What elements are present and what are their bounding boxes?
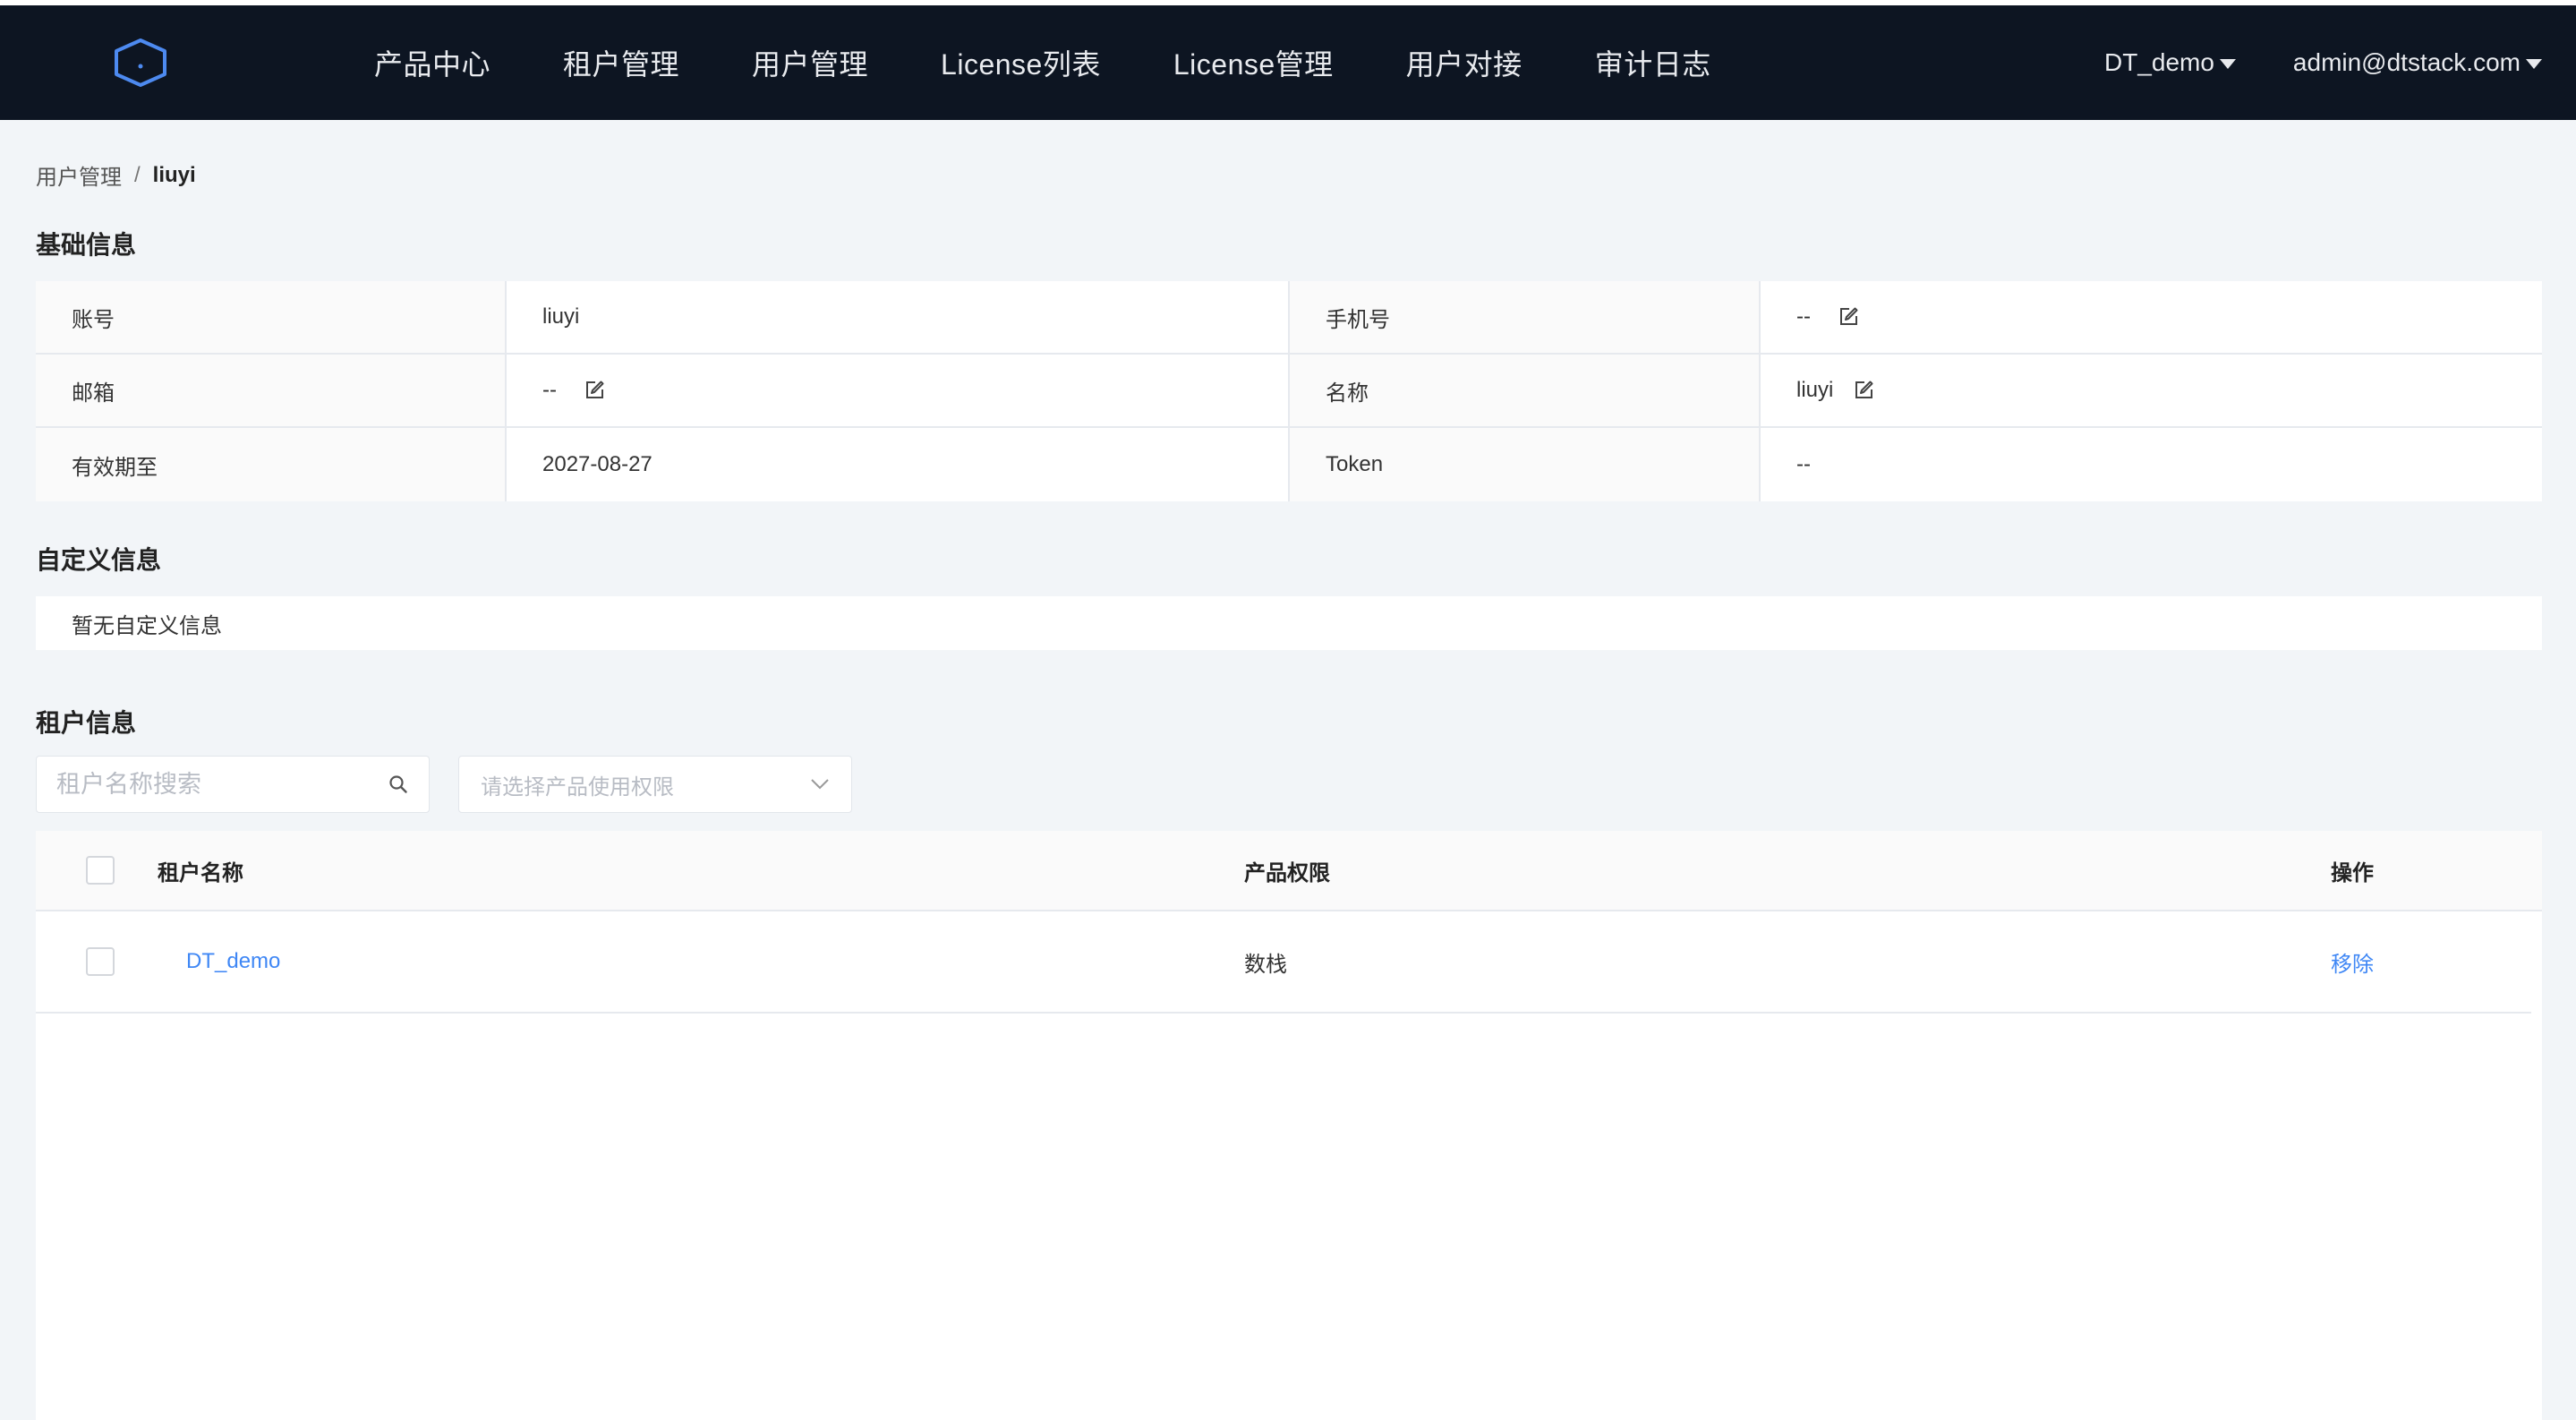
caret-down-icon xyxy=(2526,58,2542,69)
tenant-switcher-dropdown[interactable]: DT_demo xyxy=(2104,48,2236,77)
nav-item-audit-log[interactable]: 审计日志 xyxy=(1595,42,1711,83)
email-label: 邮箱 xyxy=(36,355,507,426)
custom-info-empty: 暂无自定义信息 xyxy=(36,596,2542,650)
tenant-search-input[interactable] xyxy=(56,770,388,799)
row-checkbox[interactable] xyxy=(86,947,115,976)
custom-info-empty-text: 暂无自定义信息 xyxy=(72,613,222,638)
select-all-checkbox[interactable] xyxy=(86,856,115,885)
edit-phone-icon[interactable] xyxy=(1838,306,1859,328)
nav-item-tenant-management[interactable]: 租户管理 xyxy=(563,42,679,83)
chevron-down-icon xyxy=(811,779,829,790)
search-icon[interactable] xyxy=(388,774,409,795)
remove-tenant-button[interactable]: 移除 xyxy=(2331,946,2374,978)
user-account-dropdown[interactable]: admin@dtstack.com xyxy=(2293,48,2542,77)
product-permission-select[interactable]: 请选择产品使用权限 xyxy=(458,756,852,813)
tenant-switcher-label: DT_demo xyxy=(2103,48,2214,76)
column-header-action: 操作 xyxy=(2331,860,2374,885)
expiry-label: 有效期至 xyxy=(36,428,507,501)
nav-item-user-management[interactable]: 用户管理 xyxy=(752,42,868,83)
display-name-label: 名称 xyxy=(1290,355,1761,426)
email-value: -- xyxy=(542,378,557,402)
expiry-value: 2027-08-27 xyxy=(507,428,1290,501)
account-value: liuyi xyxy=(507,281,1290,353)
tenant-search-box xyxy=(36,756,430,813)
tenant-info-title: 租户信息 xyxy=(36,709,137,737)
logo-icon[interactable] xyxy=(113,38,168,88)
phone-value-cell: -- xyxy=(1761,281,2542,353)
product-permission-placeholder: 请选择产品使用权限 xyxy=(481,774,674,800)
main-nav: 产品中心 租户管理 用户管理 License列表 License管理 用户对接 … xyxy=(374,5,1784,120)
nav-item-license-management[interactable]: License管理 xyxy=(1173,42,1334,83)
account-label: 账号 xyxy=(36,281,507,353)
tenant-permission: 数栈 xyxy=(1244,952,1287,977)
token-label: Token xyxy=(1290,428,1761,501)
display-name-value-cell: liuyi xyxy=(1761,355,2542,426)
info-row: 邮箱 -- 名称 liuyi xyxy=(36,355,2542,428)
info-row: 有效期至 2027-08-27 Token -- xyxy=(36,428,2542,501)
edit-name-icon[interactable] xyxy=(1853,380,1874,401)
display-name-value: liuyi xyxy=(1796,378,1834,402)
token-value: -- xyxy=(1796,452,1811,476)
basic-info-table: 账号 liuyi 手机号 -- 邮箱 -- 名称 liuyi 有效期至 2027… xyxy=(36,281,2542,501)
info-row: 账号 liuyi 手机号 -- xyxy=(36,281,2542,355)
breadcrumb-separator: / xyxy=(134,162,141,187)
email-value-cell: -- xyxy=(507,355,1290,426)
table-row: DT_demo 数栈 移除 xyxy=(36,911,2531,1014)
basic-info-title: 基础信息 xyxy=(36,231,137,259)
nav-item-license-list[interactable]: License列表 xyxy=(941,42,1101,83)
column-header-tenant-name: 租户名称 xyxy=(158,860,243,885)
column-header-permission: 产品权限 xyxy=(1244,860,1330,885)
custom-info-title: 自定义信息 xyxy=(36,546,162,574)
breadcrumb-parent-link[interactable]: 用户管理 xyxy=(36,159,122,191)
tenant-table: 租户名称 产品权限 操作 DT_demo 数栈 移除 xyxy=(36,831,2542,1420)
caret-down-icon xyxy=(2219,58,2236,69)
top-navbar: 产品中心 租户管理 用户管理 License列表 License管理 用户对接 … xyxy=(0,0,2576,120)
phone-value: -- xyxy=(1796,304,1811,329)
tenant-name-link[interactable]: DT_demo xyxy=(186,949,280,974)
nav-item-product-center[interactable]: 产品中心 xyxy=(374,42,490,83)
breadcrumb-current: liuyi xyxy=(152,162,196,187)
edit-email-icon[interactable] xyxy=(584,380,605,401)
nav-right: DT_demo admin@dtstack.com xyxy=(2047,5,2542,120)
table-header: 租户名称 产品权限 操作 xyxy=(36,831,2542,911)
user-account-label: admin@dtstack.com xyxy=(2292,48,2521,76)
phone-label: 手机号 xyxy=(1290,281,1761,353)
breadcrumb: 用户管理 / liuyi xyxy=(36,159,196,191)
nav-item-user-integration[interactable]: 用户对接 xyxy=(1406,42,1523,83)
